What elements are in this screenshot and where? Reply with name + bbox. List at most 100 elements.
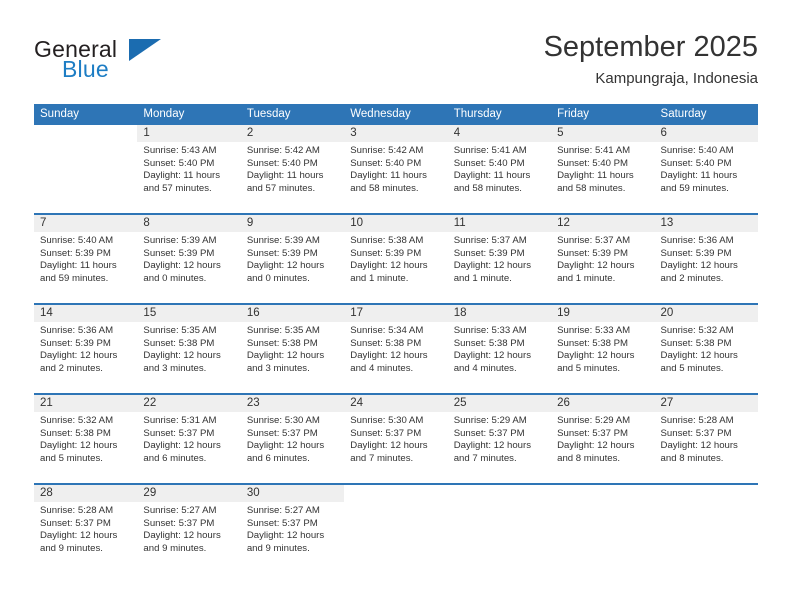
calendar-week-cells: 1 Sunrise: 5:43 AM Sunset: 5:40 PM Daylight… bbox=[34, 125, 758, 213]
calendar-day-cell[interactable]: 24 Sunrise: 5:30 AM Sunset: 5:37 PM Dayligh… bbox=[344, 395, 448, 483]
daylight-text-line1: Daylight: 12 hours bbox=[246, 530, 325, 542]
day-number: 29 bbox=[137, 485, 241, 502]
daylight-text-line2: and 6 minutes. bbox=[246, 452, 310, 464]
daylight-text-line1: Daylight: 12 hours bbox=[453, 440, 532, 452]
daylight-text-line1: Daylight: 11 hours bbox=[40, 260, 117, 272]
calendar-day-cell[interactable]: 5 Sunrise: 5:41 AM Sunset: 5:40 PM Daylight… bbox=[551, 125, 655, 213]
calendar-day-cell[interactable]: 7 Sunrise: 5:40 AM Sunset: 5:39 PM Daylight… bbox=[34, 215, 138, 303]
day-number: 26 bbox=[551, 395, 655, 412]
daylight-text-line2: and 1 minute. bbox=[350, 272, 409, 284]
calendar-day-cell[interactable]: 6 Sunrise: 5:40 AM Sunset: 5:40 PM Daylight… bbox=[654, 125, 758, 213]
sunrise-text: Sunrise: 5:41 AM bbox=[557, 145, 631, 156]
day-details: Sunrise: 5:36 AM Sunset: 5:39 PM Daylight:… bbox=[655, 232, 758, 285]
calendar-day-cell[interactable]: 3 Sunrise: 5:42 AM Sunset: 5:40 PM Daylight… bbox=[344, 125, 448, 213]
calendar-day-cell[interactable]: 27 Sunrise: 5:28 AM Sunset: 5:37 PM Dayligh… bbox=[654, 395, 758, 483]
day-details: Sunrise: 5:38 AM Sunset: 5:39 PM Daylight:… bbox=[344, 232, 447, 285]
calendar-day-cell[interactable]: 21 Sunrise: 5:32 AM Sunset: 5:38 PM Dayligh… bbox=[34, 395, 138, 483]
daylight-text-line2: and 1 minute. bbox=[557, 272, 616, 284]
calendar-day-cell[interactable]: 25 Sunrise: 5:29 AM Sunset: 5:37 PM Dayligh… bbox=[447, 395, 552, 483]
daylight-text-line1: Daylight: 12 hours bbox=[660, 440, 738, 452]
sunset-text: Sunset: 5:37 PM bbox=[660, 427, 732, 439]
calendar-day-cell[interactable]: 13 Sunrise: 5:36 AM Sunset: 5:39 PM Dayligh… bbox=[654, 215, 758, 303]
calendar-day-cell[interactable]: 16 Sunrise: 5:35 AM Sunset: 5:38 PM Dayligh… bbox=[240, 305, 345, 393]
daylight-text-line1: Daylight: 12 hours bbox=[40, 530, 118, 542]
day-details: Sunrise: 5:28 AM Sunset: 5:37 PM Daylight:… bbox=[655, 412, 758, 465]
calendar-day-cell[interactable]: 14 Sunrise: 5:36 AM Sunset: 5:39 PM Dayligh… bbox=[34, 305, 138, 393]
sunrise-text: Sunrise: 5:38 AM bbox=[350, 235, 424, 246]
sunrise-text: Sunrise: 5:36 AM bbox=[40, 325, 114, 336]
daylight-text-line1: Daylight: 12 hours bbox=[143, 350, 221, 362]
calendar-day-cell[interactable]: 1 Sunrise: 5:43 AM Sunset: 5:40 PM Daylight… bbox=[137, 125, 241, 213]
day-details: Sunrise: 5:34 AM Sunset: 5:38 PM Daylight:… bbox=[344, 322, 447, 375]
calendar-day-cell[interactable]: 9 Sunrise: 5:39 AM Sunset: 5:39 PM Daylight… bbox=[240, 215, 345, 303]
daylight-text-line1: Daylight: 12 hours bbox=[453, 260, 532, 272]
calendar-day-cell[interactable]: 15 Sunrise: 5:35 AM Sunset: 5:38 PM Dayligh… bbox=[137, 305, 241, 393]
sunset-text: Sunset: 5:40 PM bbox=[350, 157, 422, 169]
calendar-day-cell[interactable]: 19 Sunrise: 5:33 AM Sunset: 5:38 PM Dayligh… bbox=[551, 305, 655, 393]
daylight-text-line1: Daylight: 12 hours bbox=[246, 260, 325, 272]
day-details: Sunrise: 5:28 AM Sunset: 5:37 PM Daylight:… bbox=[34, 502, 137, 555]
sunrise-text: Sunrise: 5:37 AM bbox=[557, 235, 631, 246]
calendar-day-cell[interactable]: 29 Sunrise: 5:27 AM Sunset: 5:37 PM Dayligh… bbox=[137, 485, 241, 573]
weekday-header-friday: Friday bbox=[557, 108, 590, 120]
daylight-text-line2: and 8 minutes. bbox=[557, 452, 621, 464]
calendar-day-cell[interactable]: 26 Sunrise: 5:29 AM Sunset: 5:37 PM Dayligh… bbox=[551, 395, 655, 483]
daylight-text-line1: Daylight: 12 hours bbox=[40, 350, 118, 362]
calendar-week-row: 28 Sunrise: 5:28 AM Sunset: 5:37 PM Dayligh… bbox=[34, 483, 758, 573]
calendar-day-cell[interactable]: 17 Sunrise: 5:34 AM Sunset: 5:38 PM Dayligh… bbox=[344, 305, 448, 393]
daylight-text-line2: and 59 minutes. bbox=[40, 272, 109, 284]
calendar-week-cells: 7 Sunrise: 5:40 AM Sunset: 5:39 PM Daylight… bbox=[34, 215, 758, 303]
calendar-day-cell[interactable]: 11 Sunrise: 5:37 AM Sunset: 5:39 PM Dayligh… bbox=[447, 215, 552, 303]
day-number: 27 bbox=[654, 395, 758, 412]
day-details: Sunrise: 5:33 AM Sunset: 5:38 PM Daylight:… bbox=[448, 322, 551, 375]
daylight-text-line1: Daylight: 12 hours bbox=[557, 260, 635, 272]
day-number: 10 bbox=[344, 215, 448, 232]
day-number: 11 bbox=[447, 215, 552, 232]
calendar-week-cells: 28 Sunrise: 5:28 AM Sunset: 5:37 PM Dayligh… bbox=[34, 485, 758, 573]
calendar-day-cell[interactable]: 12 Sunrise: 5:37 AM Sunset: 5:39 PM Dayligh… bbox=[551, 215, 655, 303]
page-subtitle: Kampungraja, Indonesia bbox=[595, 70, 758, 87]
sunrise-text: Sunrise: 5:41 AM bbox=[453, 145, 527, 156]
calendar-day-cell-empty bbox=[551, 485, 655, 573]
calendar-day-cell[interactable]: 18 Sunrise: 5:33 AM Sunset: 5:38 PM Dayligh… bbox=[447, 305, 552, 393]
daylight-text-line2: and 58 minutes. bbox=[350, 182, 419, 194]
calendar-day-cell[interactable]: 30 Sunrise: 5:27 AM Sunset: 5:37 PM Dayligh… bbox=[240, 485, 345, 573]
calendar-day-cell[interactable]: 28 Sunrise: 5:28 AM Sunset: 5:37 PM Dayligh… bbox=[34, 485, 138, 573]
day-details: Sunrise: 5:32 AM Sunset: 5:38 PM Daylight:… bbox=[34, 412, 137, 465]
daylight-text-line2: and 2 minutes. bbox=[660, 272, 724, 284]
day-number: 28 bbox=[34, 485, 138, 502]
sunset-text: Sunset: 5:39 PM bbox=[40, 247, 111, 259]
daylight-text-line1: Daylight: 12 hours bbox=[350, 260, 428, 272]
brand-logo[interactable]: General Blue bbox=[34, 36, 264, 88]
triangle-logo-icon bbox=[129, 39, 161, 61]
sunrise-text: Sunrise: 5:29 AM bbox=[453, 415, 527, 426]
weekday-header-row: Sunday Monday Tuesday Wednesday Thursday… bbox=[34, 104, 758, 125]
calendar-day-cell[interactable]: 23 Sunrise: 5:30 AM Sunset: 5:37 PM Dayligh… bbox=[240, 395, 345, 483]
day-details: Sunrise: 5:29 AM Sunset: 5:37 PM Daylight:… bbox=[448, 412, 551, 465]
sunrise-text: Sunrise: 5:32 AM bbox=[40, 415, 114, 426]
weekday-header-monday: Monday bbox=[143, 108, 185, 120]
sunset-text: Sunset: 5:38 PM bbox=[143, 337, 215, 349]
daylight-text-line1: Daylight: 12 hours bbox=[557, 440, 635, 452]
calendar-week-row: 7 Sunrise: 5:40 AM Sunset: 5:39 PM Daylight… bbox=[34, 213, 758, 303]
calendar-day-cell[interactable]: 10 Sunrise: 5:38 AM Sunset: 5:39 PM Dayligh… bbox=[344, 215, 448, 303]
title-block: September 2025 Kampungraja, Indonesia bbox=[544, 30, 758, 88]
sunrise-text: Sunrise: 5:42 AM bbox=[246, 145, 320, 156]
calendar-day-cell[interactable]: 22 Sunrise: 5:31 AM Sunset: 5:37 PM Dayligh… bbox=[137, 395, 241, 483]
sunset-text: Sunset: 5:39 PM bbox=[246, 247, 318, 259]
calendar-week-cells: 14 Sunrise: 5:36 AM Sunset: 5:39 PM Dayligh… bbox=[34, 305, 758, 393]
sunrise-text: Sunrise: 5:30 AM bbox=[350, 415, 424, 426]
daylight-text-line2: and 1 minute. bbox=[453, 272, 512, 284]
calendar-weeks: 1 Sunrise: 5:43 AM Sunset: 5:40 PM Daylight… bbox=[34, 125, 758, 573]
day-details: Sunrise: 5:40 AM Sunset: 5:39 PM Daylight:… bbox=[34, 232, 137, 285]
daylight-text-line2: and 57 minutes. bbox=[246, 182, 316, 194]
calendar-day-cell[interactable]: 2 Sunrise: 5:42 AM Sunset: 5:40 PM Daylight… bbox=[240, 125, 345, 213]
day-details: Sunrise: 5:42 AM Sunset: 5:40 PM Daylight:… bbox=[344, 142, 447, 195]
calendar-day-cell[interactable]: 20 Sunrise: 5:32 AM Sunset: 5:38 PM Dayligh… bbox=[654, 305, 758, 393]
day-details: Sunrise: 5:27 AM Sunset: 5:37 PM Daylight:… bbox=[137, 502, 240, 555]
sunrise-text: Sunrise: 5:35 AM bbox=[143, 325, 217, 336]
calendar-day-cell[interactable]: 8 Sunrise: 5:39 AM Sunset: 5:39 PM Daylight… bbox=[137, 215, 241, 303]
day-number: 25 bbox=[447, 395, 552, 412]
day-details: Sunrise: 5:41 AM Sunset: 5:40 PM Daylight:… bbox=[551, 142, 654, 195]
calendar-day-cell[interactable]: 4 Sunrise: 5:41 AM Sunset: 5:40 PM Daylight… bbox=[447, 125, 552, 213]
